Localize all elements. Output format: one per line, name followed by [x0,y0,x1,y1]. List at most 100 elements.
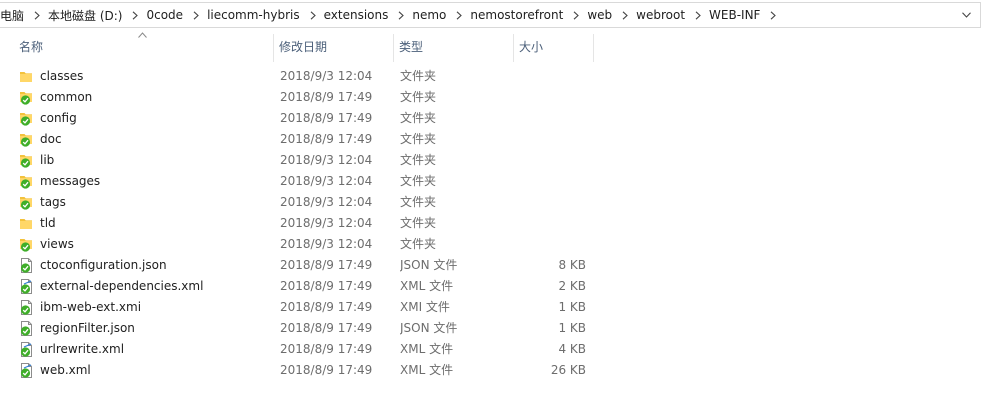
file-size: 2 KB [558,279,586,293]
chevron-right-icon[interactable] [395,3,407,27]
file-row[interactable]: tld 2018/9/3 12:04 文件夹 [0,213,982,234]
breadcrumb-label[interactable]: WEB-INF [704,8,767,22]
file-size: 1 KB [558,321,586,335]
column-divider[interactable] [393,34,394,62]
file-name: classes [40,69,84,83]
chevron-right-icon[interactable] [692,3,704,27]
file-row[interactable]: common 2018/8/9 17:49 文件夹 [0,87,982,108]
breadcrumb-label[interactable]: liecomm-hybris [202,8,307,22]
file-row[interactable]: messages 2018/9/3 12:04 文件夹 [0,171,982,192]
file-list: classes 2018/9/3 12:04 文件夹 common 2018/8/9 1… [0,66,982,381]
chevron-right-icon[interactable] [619,3,631,27]
file-row[interactable]: urlrewrite.xml 2018/8/9 17:49 XML 文件 4 KB [0,339,982,360]
file-type: 文件夹 [400,111,437,125]
breadcrumb-label[interactable]: 电脑 [0,7,31,24]
file-date-modified: 2018/8/9 17:49 [280,363,373,377]
column-header-bar: 名称 修改日期 类型 大小 [0,30,982,64]
file-row[interactable]: web.xml 2018/8/9 17:49 XML 文件 26 KB [0,360,982,381]
file-type: JSON 文件 [400,321,458,335]
file-size: 4 KB [558,342,586,356]
file-size [515,150,586,171]
file-type: 文件夹 [400,153,437,167]
file-name: regionFilter.json [40,321,135,335]
chevron-right-icon[interactable] [190,3,202,27]
breadcrumb-item[interactable]: 本地磁盘 (D:) [43,3,141,27]
file-row[interactable]: doc 2018/8/9 17:49 文件夹 [0,129,982,150]
file-type: XML 文件 [400,363,454,377]
breadcrumb-item[interactable]: web [582,3,631,27]
file-row[interactable]: classes 2018/9/3 12:04 文件夹 [0,66,982,87]
file-size [515,213,586,234]
file-date-modified: 2018/9/3 12:04 [280,216,373,230]
column-header-name[interactable]: 名称 [15,30,273,64]
breadcrumb-item[interactable]: webroot [631,3,704,27]
file-row[interactable]: external-dependencies.xml 2018/8/9 17:49 X… [0,276,982,297]
file-name: ibm-web-ext.xmi [40,300,142,314]
xml-file-synced-icon [19,339,35,360]
column-divider[interactable] [513,34,514,62]
file-date-modified: 2018/8/9 17:49 [280,258,373,272]
address-bar[interactable]: 电脑 本地磁盘 (D:) 0code liecomm-hybris extensions… [0,2,981,28]
breadcrumb-item[interactable]: WEB-INF [704,3,779,27]
xml-file-synced-icon [19,360,35,381]
file-row[interactable]: views 2018/9/3 12:04 文件夹 [0,234,982,255]
column-header-date-modified[interactable]: 修改日期 [275,30,393,64]
column-header-type[interactable]: 类型 [395,30,513,64]
breadcrumb-item[interactable]: liecomm-hybris [202,3,319,27]
column-divider[interactable] [273,34,274,62]
file-type: 文件夹 [400,237,437,251]
breadcrumb-label[interactable]: extensions [319,8,396,22]
file-date-modified: 2018/8/9 17:49 [280,321,373,335]
file-name: external-dependencies.xml [40,279,204,293]
file-row[interactable]: lib 2018/9/3 12:04 文件夹 [0,150,982,171]
file-name: config [40,111,77,125]
folder-synced-icon [19,192,35,213]
chevron-right-icon[interactable] [767,3,779,27]
chevron-right-icon[interactable] [129,3,141,27]
file-size [515,108,586,129]
file-name: ctoconfiguration.json [40,258,167,272]
chevron-right-icon[interactable] [570,3,582,27]
file-size: 1 KB [558,300,586,314]
file-date-modified: 2018/8/9 17:49 [280,132,373,146]
file-type: XML 文件 [400,342,454,356]
file-type: XML 文件 [400,279,454,293]
chevron-right-icon[interactable] [307,3,319,27]
breadcrumb-label[interactable]: 本地磁盘 (D:) [43,7,129,24]
breadcrumb-label[interactable]: 0code [141,8,190,22]
file-date-modified: 2018/8/9 17:49 [280,111,373,125]
breadcrumb-item[interactable]: extensions [319,3,408,27]
column-divider[interactable] [593,34,594,62]
file-row[interactable]: ctoconfiguration.json 2018/8/9 17:49 JSON … [0,255,982,276]
breadcrumb-label[interactable]: nemo [407,8,453,22]
file-synced-icon [19,318,35,339]
chevron-down-icon[interactable] [958,3,974,27]
column-header-size[interactable]: 大小 [515,30,593,64]
breadcrumb-item[interactable]: nemostorefront [465,3,582,27]
file-date-modified: 2018/8/9 17:49 [280,300,373,314]
breadcrumb-label[interactable]: web [582,8,619,22]
file-type: 文件夹 [400,174,437,188]
file-row[interactable]: tags 2018/9/3 12:04 文件夹 [0,192,982,213]
breadcrumb-item[interactable]: nemo [407,3,465,27]
file-date-modified: 2018/8/9 17:49 [280,342,373,356]
breadcrumb-label[interactable]: webroot [631,8,692,22]
file-type: XMI 文件 [400,300,450,314]
breadcrumb-item[interactable]: 0code [141,3,202,27]
file-row[interactable]: ibm-web-ext.xmi 2018/8/9 17:49 XMI 文件 1 KB [0,297,982,318]
file-row[interactable]: regionFilter.json 2018/8/9 17:49 JSON 文件 1 … [0,318,982,339]
file-name: common [40,90,93,104]
file-date-modified: 2018/9/3 12:04 [280,153,373,167]
breadcrumb-label[interactable]: nemostorefront [465,8,570,22]
chevron-right-icon[interactable] [453,3,465,27]
file-size: 26 KB [550,363,586,377]
file-type: 文件夹 [400,216,437,230]
folder-synced-icon [19,171,35,192]
breadcrumb-item[interactable]: 电脑 [0,3,43,27]
folder-synced-icon [19,234,35,255]
file-type: 文件夹 [400,195,437,209]
file-size [515,129,586,150]
chevron-right-icon[interactable] [31,3,43,27]
file-date-modified: 2018/8/9 17:49 [280,90,373,104]
file-row[interactable]: config 2018/8/9 17:49 文件夹 [0,108,982,129]
